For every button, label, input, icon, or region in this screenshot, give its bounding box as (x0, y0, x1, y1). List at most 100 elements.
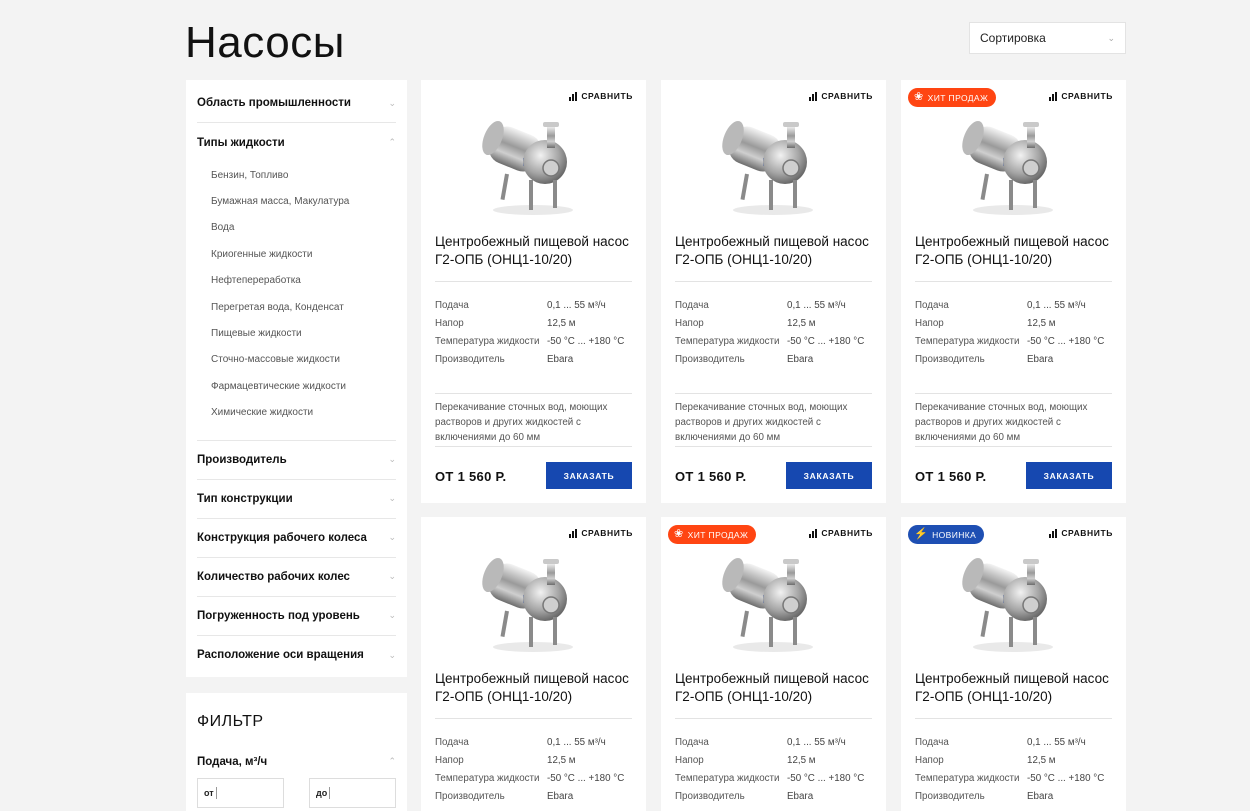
filter-flow-label: Подача, м³/ч (197, 756, 268, 768)
product-specs: Подача 0,1 ... 55 м³/ч Напор 12,5 м Температ… (435, 298, 635, 370)
product-specs: Подача 0,1 ... 55 м³/ч Напор 12,5 м Температ… (435, 735, 635, 807)
fluid-type-item[interactable]: Бензин, Топливо (211, 162, 396, 188)
spec-row: Напор 12,5 м (435, 753, 635, 768)
product-card[interactable]: СРАВНИТЬ Центробежный пищевой насос Г2-О… (421, 80, 646, 503)
fluid-type-item[interactable]: Вода (211, 215, 396, 241)
category-submersion[interactable]: Погруженность под уровень ⌄ (197, 597, 396, 636)
award-icon: ❀ (674, 528, 684, 540)
spec-row: Температура жидкости -50 °С ... +180 °С (435, 771, 635, 786)
pump-image[interactable] (471, 110, 591, 220)
compare-button[interactable]: СРАВНИТЬ (569, 91, 633, 101)
bar-chart-icon (809, 528, 818, 538)
spec-value: 0,1 ... 55 м³/ч (787, 300, 846, 311)
spec-row: Напор 12,5 м (675, 316, 875, 331)
spec-key: Напор (915, 755, 944, 766)
lightning-icon: ⚡ (914, 528, 929, 540)
spec-key: Напор (675, 318, 704, 329)
spec-key: Производитель (435, 354, 505, 365)
category-industry[interactable]: Область промышленности ⌄ (197, 80, 396, 123)
pump-image[interactable] (951, 547, 1071, 657)
sort-label: Сортировка (980, 31, 1046, 45)
fluid-type-item[interactable]: Криогенные жидкости (211, 241, 396, 267)
flow-from-input[interactable]: от (197, 778, 284, 808)
category-construction-type[interactable]: Тип конструкции ⌄ (197, 480, 396, 519)
category-manufacturer[interactable]: Производитель ⌄ (197, 441, 396, 480)
page-title: Насосы (185, 18, 345, 67)
product-name[interactable]: Центробежный пищевой насос Г2-ОПБ (ОНЦ1-… (435, 233, 635, 269)
pump-image[interactable] (711, 547, 831, 657)
category-impeller-design[interactable]: Конструкция рабочего колеса ⌄ (197, 519, 396, 558)
category-fluid-types[interactable]: Типы жидкости ⌃ (197, 123, 396, 162)
product-name[interactable]: Центробежный пищевой насос Г2-ОПБ (ОНЦ1-… (675, 233, 875, 269)
fluid-type-item[interactable]: Химические жидкости (211, 400, 396, 426)
spec-key: Напор (675, 755, 704, 766)
product-specs: Подача 0,1 ... 55 м³/ч Напор 12,5 м Температ… (675, 735, 875, 807)
order-button[interactable]: ЗАКАЗАТЬ (1026, 462, 1112, 489)
hit-badge: ❀ ХИТ ПРОДАЖ (908, 88, 997, 107)
compare-button[interactable]: СРАВНИТЬ (1049, 528, 1113, 538)
chevron-down-icon: ⌄ (388, 610, 396, 621)
bar-chart-icon (1049, 91, 1058, 101)
pump-image[interactable] (951, 110, 1071, 220)
spec-key: Температура жидкости (675, 773, 780, 784)
compare-button[interactable]: СРАВНИТЬ (809, 528, 873, 538)
spec-value: -50 °С ... +180 °С (787, 773, 865, 784)
product-card[interactable]: СРАВНИТЬ Центробежный пищевой насос Г2-О… (661, 80, 886, 503)
fluid-type-item[interactable]: Бумажная масса, Макулатура (211, 188, 396, 214)
spec-row: Подача 0,1 ... 55 м³/ч (915, 298, 1115, 313)
product-card[interactable]: ⚡ НОВИНКА СРАВНИТЬ Центробежный пищевой … (901, 517, 1126, 811)
category-rotation-axis[interactable]: Расположение оси вращения ⌄ (197, 636, 396, 675)
chevron-up-icon: ⌃ (388, 137, 396, 147)
bar-chart-icon (1049, 528, 1058, 538)
compare-button[interactable]: СРАВНИТЬ (809, 91, 873, 101)
spec-row: Напор 12,5 м (915, 316, 1115, 331)
product-name[interactable]: Центробежный пищевой насос Г2-ОПБ (ОНЦ1-… (915, 670, 1115, 706)
filter-title: ФИЛЬТР (197, 713, 264, 730)
chevron-down-icon: ⌄ (388, 493, 396, 504)
spec-value: -50 °С ... +180 °С (547, 336, 625, 347)
category-label: Тип конструкции (197, 492, 293, 505)
spec-key: Производитель (915, 354, 985, 365)
product-description: Перекачивание сточных вод, моющих раство… (915, 402, 1088, 443)
product-card[interactable]: ❀ ХИТ ПРОДАЖ СРАВНИТЬ Центробежный пищев… (661, 517, 886, 811)
filter-flow-header[interactable]: Подача, м³/ч ⌃ (197, 756, 396, 768)
fluid-type-item[interactable]: Нефтепереработка (211, 268, 396, 294)
spec-value: 0,1 ... 55 м³/ч (547, 737, 606, 748)
spec-row: Напор 12,5 м (915, 753, 1115, 768)
spec-row: Производитель Ebara (915, 789, 1115, 804)
chevron-up-icon: ⌃ (388, 756, 396, 766)
spec-key: Температура жидкости (435, 773, 540, 784)
chevron-down-icon: ⌄ (388, 454, 396, 465)
category-label: Конструкция рабочего колеса (197, 531, 367, 544)
product-name[interactable]: Центробежный пищевой насос Г2-ОПБ (ОНЦ1-… (435, 670, 635, 706)
spec-row: Подача 0,1 ... 55 м³/ч (675, 735, 875, 750)
category-label: Производитель (197, 453, 287, 466)
product-name[interactable]: Центробежный пищевой насос Г2-ОПБ (ОНЦ1-… (675, 670, 875, 706)
pump-image[interactable] (711, 110, 831, 220)
fluid-type-item[interactable]: Сточно-массовые жидкости (211, 347, 396, 373)
fluid-type-item[interactable]: Пищевые жидкости (211, 320, 396, 346)
spec-value: Ebara (547, 791, 574, 802)
spec-value: 12,5 м (787, 318, 816, 329)
fluid-type-item[interactable]: Фармацевтические жидкости (211, 373, 396, 399)
sort-select[interactable]: Сортировка ⌄ (969, 22, 1126, 54)
compare-button[interactable]: СРАВНИТЬ (1049, 91, 1113, 101)
product-card[interactable]: СРАВНИТЬ Центробежный пищевой насос Г2-О… (421, 517, 646, 811)
award-icon: ❀ (914, 91, 924, 103)
product-card[interactable]: ❀ ХИТ ПРОДАЖ СРАВНИТЬ Центробежный пищев… (901, 80, 1126, 503)
product-name[interactable]: Центробежный пищевой насос Г2-ОПБ (ОНЦ1-… (915, 233, 1115, 269)
spec-key: Подача (675, 737, 709, 748)
category-impeller-count[interactable]: Количество рабочих колес ⌄ (197, 558, 396, 597)
product-specs: Подача 0,1 ... 55 м³/ч Напор 12,5 м Температ… (915, 735, 1115, 807)
spec-value: 0,1 ... 55 м³/ч (547, 300, 606, 311)
product-specs: Подача 0,1 ... 55 м³/ч Напор 12,5 м Температ… (915, 298, 1115, 370)
spec-value: 12,5 м (547, 318, 576, 329)
fluid-type-item[interactable]: Перегретая вода, Конденсат (211, 294, 396, 320)
flow-to-input[interactable]: до (309, 778, 396, 808)
compare-button[interactable]: СРАВНИТЬ (569, 528, 633, 538)
pump-image[interactable] (471, 547, 591, 657)
order-button[interactable]: ЗАКАЗАТЬ (786, 462, 872, 489)
order-button[interactable]: ЗАКАЗАТЬ (546, 462, 632, 489)
compare-label: СРАВНИТЬ (581, 528, 633, 538)
spec-row: Температура жидкости -50 °С ... +180 °С (915, 334, 1115, 349)
